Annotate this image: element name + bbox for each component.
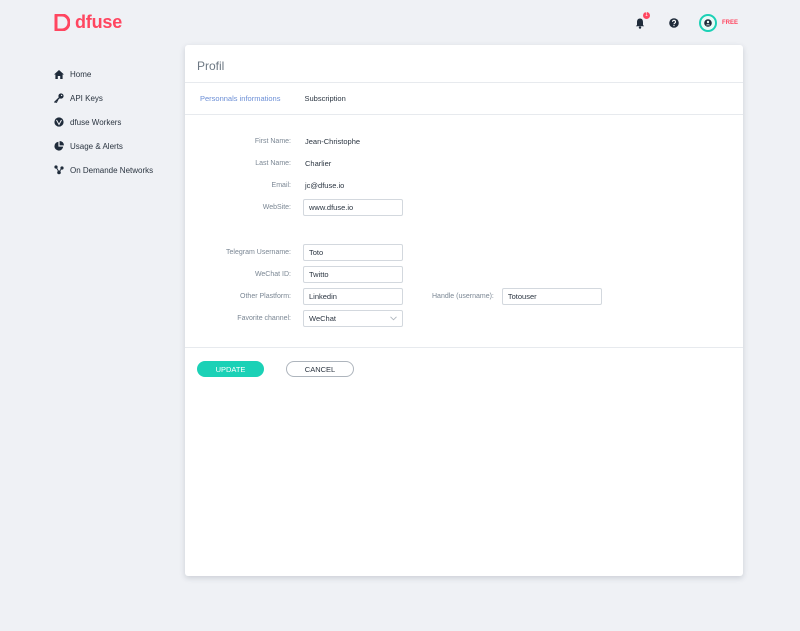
brand-name: dfuse: [75, 12, 123, 32]
first-name-label: First Name:: [254, 137, 291, 145]
workers-icon: [54, 117, 64, 127]
header-actions: 1 FREE: [630, 12, 738, 33]
sidebar-item-label: dfuse Workers: [70, 117, 122, 127]
profile-form: First Name: Jean-Christophe Last Name: C…: [185, 115, 743, 348]
sidebar-item-usage-alerts[interactable]: Usage & Alerts: [54, 134, 174, 158]
page-title: Profil: [185, 45, 743, 83]
wechat-id-field[interactable]: Twitto: [303, 265, 403, 283]
account-button[interactable]: [698, 13, 718, 33]
last-name-label: Last Name:: [255, 159, 291, 167]
cancel-button[interactable]: CANCEL: [286, 361, 354, 377]
user-icon: [704, 19, 712, 27]
first-name-value: Jean-Christophe: [305, 136, 361, 146]
bell-icon: [635, 18, 645, 29]
sidebar: Home API Keys dfuse Workers Usage & Aler…: [54, 62, 174, 182]
first-name-row: First Name: Jean-Christophe: [185, 132, 360, 150]
website-label: WebSite:: [262, 203, 291, 211]
chevron-down-icon: [390, 315, 397, 320]
handle-field[interactable]: Totouser: [501, 287, 602, 305]
other-platform-row: Other Plastform: Linkedin Handle (userna…: [185, 287, 602, 305]
other-platform-field[interactable]: Linkedin: [303, 287, 403, 305]
form-actions: UPDATE CANCEL: [197, 361, 354, 377]
help-icon: [669, 18, 679, 28]
email-value: jc@dfuse.io: [305, 180, 345, 190]
last-name-row: Last Name: Charlier: [185, 154, 331, 172]
favorite-channel-value: WeChat: [309, 313, 336, 323]
email-row: Email: jc@dfuse.io: [185, 176, 345, 194]
profile-card: Profil Personnals informations Subscript…: [185, 45, 743, 576]
telegram-label: Telegram Username:: [226, 248, 291, 256]
website-field[interactable]: www.dfuse.io: [303, 198, 403, 216]
notification-badge: 1: [642, 12, 650, 19]
last-name-value: Charlier: [305, 158, 332, 168]
profile-tabs: Personnals informations Subscription: [185, 83, 743, 115]
tab-subscription[interactable]: Subscription: [304, 94, 345, 103]
dfuse-logo-icon: [54, 14, 70, 31]
home-icon: [54, 69, 64, 79]
sidebar-item-label: Usage & Alerts: [70, 141, 123, 151]
sidebar-item-dfuse-workers[interactable]: dfuse Workers: [54, 110, 174, 134]
plan-badge: FREE: [721, 20, 738, 26]
sidebar-item-label: On Demande Networks: [70, 165, 154, 175]
handle-label: Handle (username):: [432, 292, 494, 300]
other-platform-label: Other Plastform:: [240, 292, 291, 300]
update-button[interactable]: UPDATE: [197, 361, 264, 377]
wechat-row: WeChat ID: Twitto: [185, 265, 403, 283]
wechat-label: WeChat ID:: [254, 270, 291, 278]
avatar: [698, 14, 717, 32]
website-row: WebSite: www.dfuse.io: [185, 198, 403, 216]
telegram-row: Telegram Username: Toto: [185, 243, 403, 261]
notifications-button[interactable]: 1: [630, 12, 650, 33]
sidebar-item-home[interactable]: Home: [54, 62, 174, 86]
sidebar-item-on-demande-networks[interactable]: On Demande Networks: [54, 158, 174, 182]
network-icon: [54, 165, 64, 175]
dfuse-logo[interactable]: dfuse: [54, 12, 122, 33]
favorite-channel-select[interactable]: WeChat: [303, 309, 403, 327]
tab-personnals-informations[interactable]: Personnals informations: [200, 94, 280, 103]
email-label: Email:: [271, 181, 291, 189]
pie-chart-icon: [54, 141, 64, 151]
favorite-channel-label: Favorite channel:: [237, 314, 291, 322]
help-button[interactable]: [664, 13, 684, 33]
sidebar-item-api-keys[interactable]: API Keys: [54, 86, 174, 110]
favorite-channel-row: Favorite channel: WeChat: [185, 309, 403, 327]
sidebar-item-label: Home: [70, 69, 92, 79]
key-icon: [54, 93, 64, 103]
telegram-username-field[interactable]: Toto: [303, 243, 403, 261]
sidebar-item-label: API Keys: [70, 93, 103, 103]
